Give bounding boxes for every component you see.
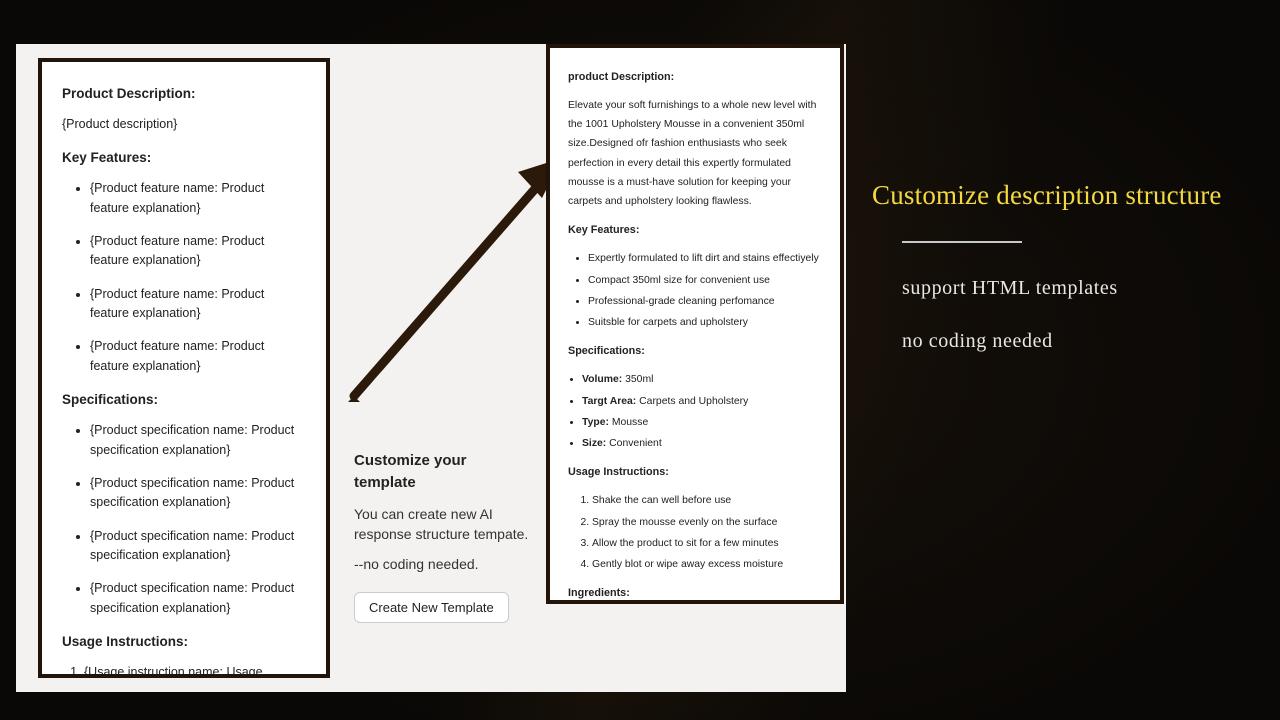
list-item: {Usage instruction name: Usage instructi… xyxy=(84,663,306,678)
spec-key: Volume: xyxy=(582,374,622,385)
list-item: Volume: 350ml xyxy=(582,370,824,389)
spec-placeholder-list: {Product specification name: Product spe… xyxy=(62,421,306,618)
list-item: Spray the mousse evenly on the surface xyxy=(592,513,824,532)
list-item: Allow the product to sit for a few minut… xyxy=(592,534,824,553)
heading-specifications: Specifications: xyxy=(568,342,824,362)
heading-specifications: Specifications: xyxy=(62,390,306,411)
customize-template-block: Customize your template You can create n… xyxy=(354,450,530,623)
list-item: {Product specification name: Product spe… xyxy=(90,474,306,513)
list-item: Type: Mousse xyxy=(582,413,824,432)
heading-product-description: product Description: xyxy=(568,68,824,88)
heading-usage-instructions: Usage Instructions: xyxy=(568,463,824,483)
placeholder-product-description: {Product description} xyxy=(62,115,306,134)
spec-value: Mousse xyxy=(612,417,648,428)
list-item: {Product specification name: Product spe… xyxy=(90,527,306,566)
list-item: {Product feature name: Product feature e… xyxy=(90,179,306,218)
spec-value: Carpets and Upholstery xyxy=(639,396,748,407)
customize-template-title: Customize your template xyxy=(354,450,530,494)
list-item: {Product feature name: Product feature e… xyxy=(90,337,306,376)
generated-output-panel: product Description: Elevate your soft f… xyxy=(546,44,844,604)
usage-list: Shake the can well before use Spray the … xyxy=(568,491,824,574)
usage-placeholder-list: {Usage instruction name: Usage instructi… xyxy=(62,663,306,678)
heading-key-features: Key Features: xyxy=(62,148,306,169)
list-item: Suitsble for carpets and upholstery xyxy=(588,313,824,332)
center-column: Customize your template You can create n… xyxy=(342,58,542,678)
feature-list: Expertly formulated to lift dirt and sta… xyxy=(568,249,824,332)
customize-template-line1: You can create new AI response structure… xyxy=(354,504,530,545)
app-stage: Product Description: {Product descriptio… xyxy=(16,44,846,692)
customize-template-line2: --no coding needed. xyxy=(354,554,530,574)
product-description-text: Elevate your soft furnishings to a whole… xyxy=(568,96,824,212)
heading-usage-instructions: Usage Instructions: xyxy=(62,632,306,653)
list-item: {Product specification name: Product spe… xyxy=(90,421,306,460)
spec-key: Size: xyxy=(582,438,606,449)
list-item: Professional-grade cleaning perfomance xyxy=(588,292,824,311)
marketing-subline-2: no coding needed xyxy=(902,330,1272,353)
create-new-template-button[interactable]: Create New Template xyxy=(354,592,509,623)
feature-placeholder-list: {Product feature name: Product feature e… xyxy=(62,179,306,376)
list-item: {Product feature name: Product feature e… xyxy=(90,285,306,324)
spec-value: Convenient xyxy=(609,438,662,449)
list-item: {Product feature name: Product feature e… xyxy=(90,232,306,271)
marketing-copy: Customize description structure support … xyxy=(872,180,1272,383)
template-structure-panel: Product Description: {Product descriptio… xyxy=(38,58,330,678)
spec-list: Volume: 350ml Targt Area: Carpets and Up… xyxy=(568,370,824,453)
headline-underline xyxy=(902,241,1022,243)
list-item: Expertly formulated to lift dirt and sta… xyxy=(588,249,824,268)
marketing-headline: Customize description structure xyxy=(872,180,1272,211)
spec-value: 350ml xyxy=(625,374,653,385)
heading-key-features: Key Features: xyxy=(568,221,824,241)
list-item: Targt Area: Carpets and Upholstery xyxy=(582,392,824,411)
list-item: Compact 350ml size for convenient use xyxy=(588,271,824,290)
list-item: Shake the can well before use xyxy=(592,491,824,510)
spec-key: Targt Area: xyxy=(582,396,636,407)
marketing-subline-1: support HTML templates xyxy=(902,277,1272,300)
list-item: Size: Convenient xyxy=(582,434,824,453)
heading-ingredients: Ingredients: xyxy=(568,584,824,604)
heading-product-description: Product Description: xyxy=(62,84,306,105)
spec-key: Type: xyxy=(582,417,609,428)
list-item: Gently blot or wipe away excess moisture xyxy=(592,555,824,574)
list-item: {Product specification name: Product spe… xyxy=(90,579,306,618)
